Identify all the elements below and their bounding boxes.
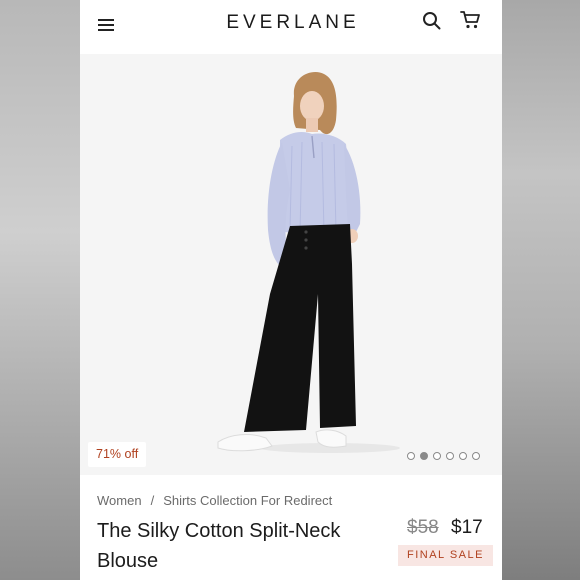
app-screen: EVERLANE 71% off Women / Shirts Collecti… xyxy=(80,0,502,580)
search-icon[interactable] xyxy=(422,11,442,31)
background-blur-left xyxy=(0,0,80,580)
carousel-dot[interactable] xyxy=(472,452,480,460)
cart-icon[interactable] xyxy=(460,10,482,30)
breadcrumb: Women / Shirts Collection For Redirect xyxy=(97,493,332,508)
carousel-indicators xyxy=(407,452,487,462)
final-sale-badge: FINAL SALE xyxy=(398,545,493,566)
carousel-dot[interactable] xyxy=(433,452,441,460)
breadcrumb-women[interactable]: Women xyxy=(97,493,142,508)
carousel-dot[interactable] xyxy=(407,452,415,460)
carousel-dot-active[interactable] xyxy=(420,452,428,460)
original-price: $58 xyxy=(407,517,439,538)
sale-price: $17 xyxy=(451,517,483,538)
product-info: Women / Shirts Collection For Redirect The… xyxy=(80,475,502,580)
top-nav: EVERLANE xyxy=(80,0,502,54)
background-blur-right xyxy=(502,0,580,580)
carousel-dot[interactable] xyxy=(446,452,454,460)
carousel-dot[interactable] xyxy=(459,452,467,460)
breadcrumb-collection[interactable]: Shirts Collection For Redirect xyxy=(163,493,332,508)
discount-badge: 71% off xyxy=(88,442,147,467)
product-image[interactable]: 71% off xyxy=(80,54,502,475)
model-photo xyxy=(80,54,502,475)
breadcrumb-separator: / xyxy=(150,493,155,508)
product-title: The Silky Cotton Split-Neck Blouse xyxy=(97,520,341,572)
